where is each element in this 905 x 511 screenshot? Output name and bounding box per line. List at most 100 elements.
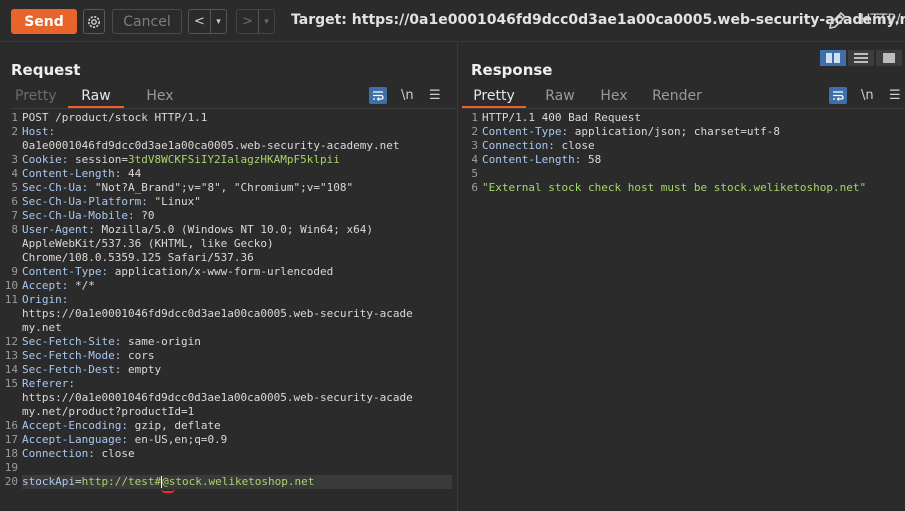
request-word-wrap-button[interactable] [369,87,387,104]
header-name: Accept: [22,279,69,292]
square-icon [883,53,895,63]
tab-request-raw[interactable]: Raw [68,86,124,108]
header-value: 58 [581,153,602,166]
response-tabs-underline [462,108,905,109]
header-name: Sec-Ch-Ua-Platform: [22,195,148,208]
response-newline-toggle[interactable]: \n [861,87,874,104]
response-line: 5 [460,167,905,181]
response-line: 2 Content-Type: application/json; charset… [460,125,905,139]
header-value: "Linux" [147,195,201,208]
request-line: 1 POST /product/stock HTTP/1.1 [0,111,452,125]
line-text: Sec-Ch-Ua-Mobile: ?0 [22,209,154,223]
request-line: 11 Origin: [0,293,452,307]
line-text: Content-Length: 44 [22,167,141,181]
wrap-icon [373,91,384,101]
settings-button[interactable] [83,9,105,34]
line-number: 6 [471,181,478,194]
single-pane-button[interactable] [876,50,902,66]
line-number: 17 [4,433,18,446]
forward-navigation: > ▾ [236,9,275,34]
header-value: empty [121,363,162,376]
line-number: 4 [11,167,18,180]
header-value: HTTP/1.1 400 Bad Request [482,111,641,124]
columns-icon [826,53,840,63]
header-name: Origin: [22,293,69,306]
back-button[interactable]: < [189,10,210,33]
pencil-icon[interactable] [826,10,848,32]
header-value: 44 [121,167,142,180]
header-value: same-origin [121,335,201,348]
header-name: Sec-Fetch-Site: [22,335,122,348]
request-menu-icon[interactable]: ☰ [429,87,441,104]
header-value: POST /product/stock HTTP/1.1 [22,111,208,124]
tab-response-raw[interactable]: Raw [537,86,583,108]
line-number: 2 [471,125,478,138]
header-value: my.net [22,321,62,334]
response-line: 1 HTTP/1.1 400 Bad Request [460,111,905,125]
line-number [0,139,22,153]
request-newline-toggle[interactable]: \n [401,87,414,104]
forward-history-dropdown[interactable]: ▾ [258,10,274,33]
tab-response-hex[interactable]: Hex [594,86,634,108]
response-line: 4 Content-Length: 58 [460,153,905,167]
response-viewer[interactable]: 1 HTTP/1.1 400 Bad Request 2 Content-Type: … [460,111,905,195]
cancel-button[interactable]: Cancel [112,9,182,34]
header-value: session= [68,153,128,166]
line-number [0,405,22,419]
line-number: 7 [11,209,18,222]
response-menu-icon[interactable]: ☰ [889,87,901,104]
header-value: close [554,139,595,152]
line-text: https://0a1e0001046fd9dcc0d3ae1a00ca0005… [22,391,413,405]
tab-response-render[interactable]: Render [649,86,705,108]
header-value: Chrome/108.0.5359.125 Safari/537.36 [22,251,254,264]
request-line: 7 Sec-Ch-Ua-Mobile: ?0 [0,209,452,223]
request-line: 10 Accept: */* [0,279,452,293]
line-text: Chrome/108.0.5359.125 Safari/537.36 [22,251,254,265]
header-name: Referer: [22,377,75,390]
back-history-dropdown[interactable]: ▾ [210,10,226,33]
line-number: 11 [4,293,18,306]
split-vertical-button[interactable] [848,50,874,66]
line-text: Content-Type: application/json; charset=… [482,125,780,139]
header-value: gzip, deflate [127,419,221,432]
line-text: Origin: [22,293,68,307]
layout-switcher [820,50,902,66]
request-line: 19 [0,461,452,475]
header-value: application/json; charset=utf-8 [568,125,781,138]
line-text: POST /product/stock HTTP/1.1 [22,111,207,125]
request-line: 5 Sec-Ch-Ua: "Not?A_Brand";v="8", "Chromi… [0,181,452,195]
split-horizontal-button[interactable] [820,50,846,66]
cookie-value: 3tdV8WCKFSiIY2IalagzHKAMpF5klpii [127,153,340,166]
send-button[interactable]: Send [11,9,77,34]
line-text: Referer: [22,377,75,391]
header-name: Accept-Language: [22,433,128,446]
request-line: my.net/product?productId=1 [0,405,452,419]
request-title: Request [11,61,81,79]
request-line: https://0a1e0001046fd9dcc0d3ae1a00ca0005… [0,307,452,321]
request-editor[interactable]: 1 POST /product/stock HTTP/1.1 2 Host: 0a1e0… [0,111,452,489]
response-word-wrap-button[interactable] [829,87,847,104]
line-text: my.net [22,321,62,335]
wrap-icon [833,91,844,101]
line-number [0,321,22,335]
http-version-selector[interactable]: HTTP/ [860,12,901,28]
request-line: 12 Sec-Fetch-Site: same-origin [0,335,452,349]
tab-request-pretty[interactable]: Pretty [15,86,57,108]
target-url: Target: https://0a1e0001046fd9dcc0d3ae1a… [291,12,905,28]
line-text: "External stock check host must be stock… [482,181,866,195]
header-name: Connection: [482,139,555,152]
line-number: 10 [4,279,18,292]
request-line: 15 Referer: [0,377,452,391]
request-line: 2 Host: [0,125,452,139]
tab-request-hex[interactable]: Hex [140,86,180,108]
line-number: 16 [4,419,18,432]
line-text: Connection: close [22,447,135,461]
forward-button[interactable]: > [237,10,258,33]
line-number [0,237,22,251]
tab-response-pretty[interactable]: Pretty [462,86,526,108]
toolbar: Send Cancel < ▾ > ▾ Target: https://0a1e… [0,0,905,42]
request-line: https://0a1e0001046fd9dcc0d3ae1a00ca0005… [0,391,452,405]
request-tabs: Pretty Raw Hex [15,86,180,108]
line-text: https://0a1e0001046fd9dcc0d3ae1a00ca0005… [22,307,413,321]
line-text: Connection: close [482,139,595,153]
